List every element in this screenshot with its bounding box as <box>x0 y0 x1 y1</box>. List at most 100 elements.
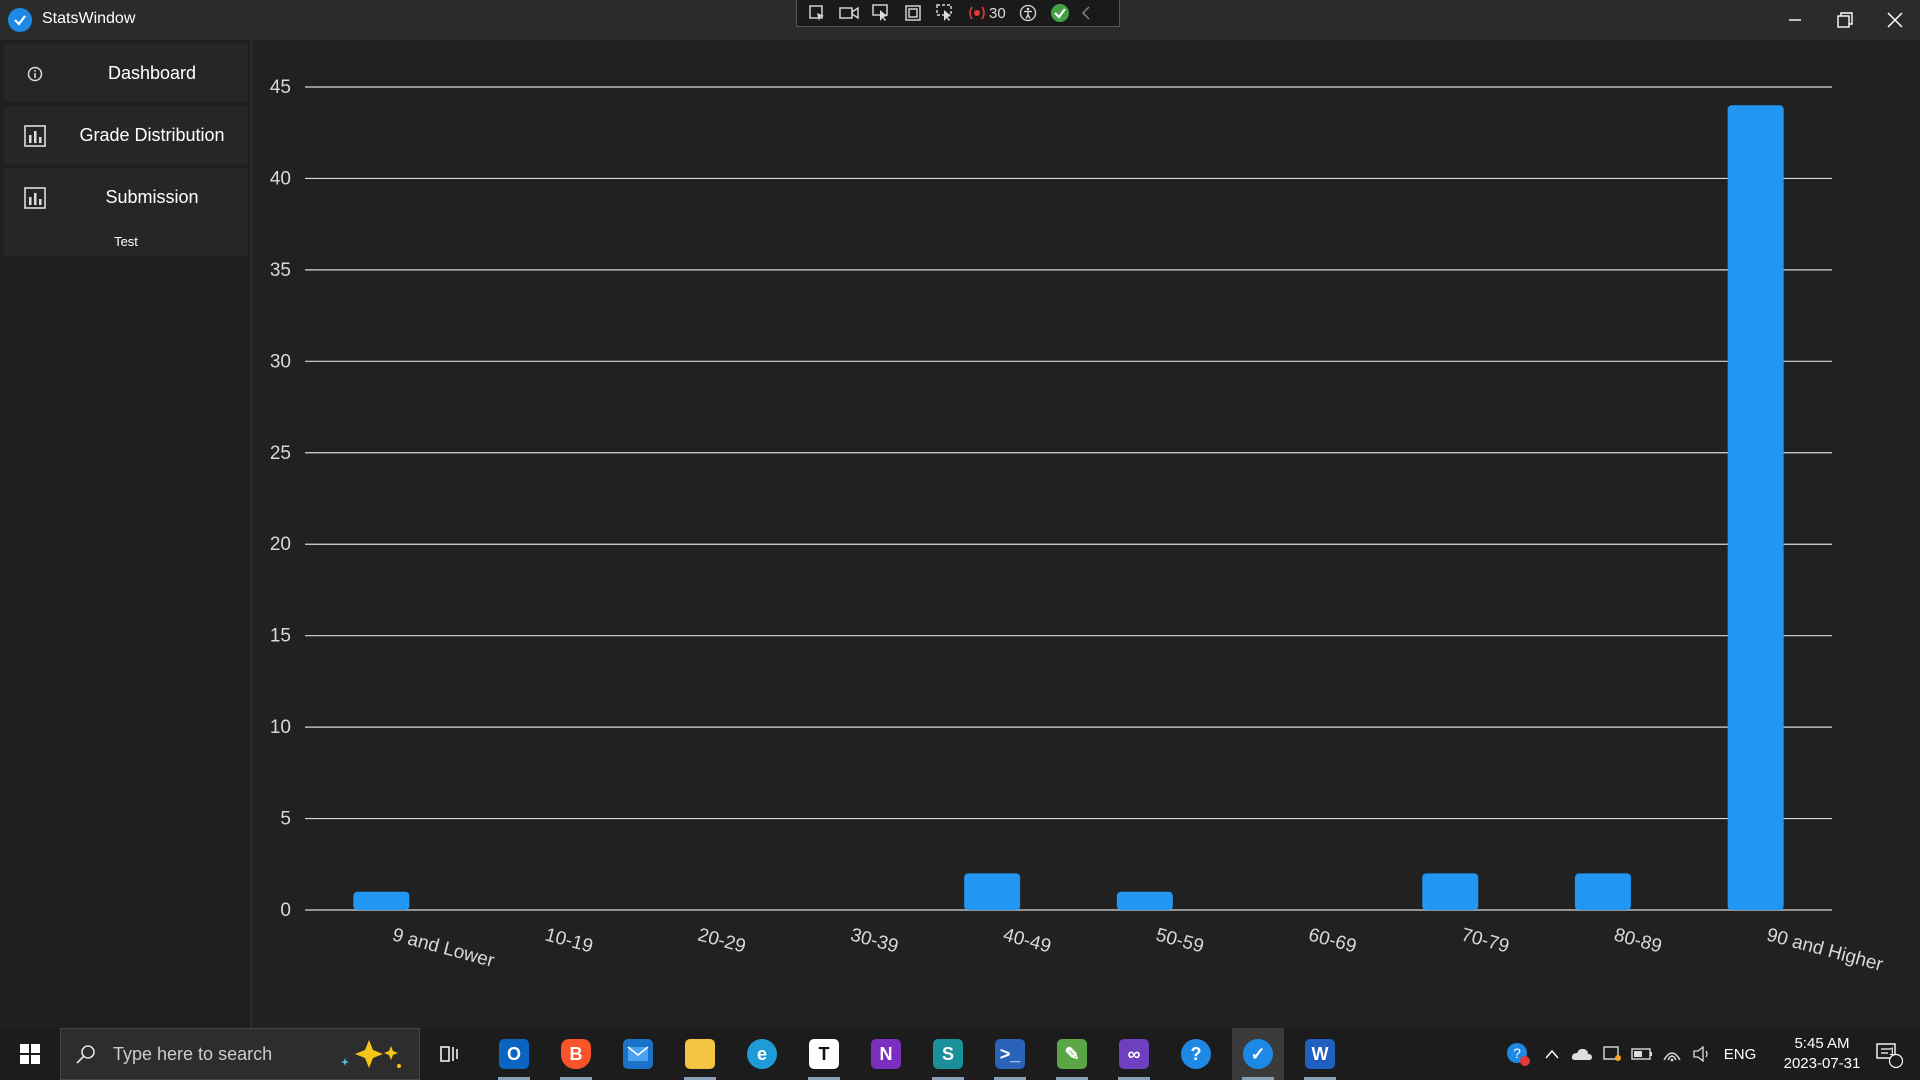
statswindow-app[interactable]: ✓ <box>1232 1028 1284 1080</box>
onedrive-icon[interactable] <box>1568 1028 1596 1080</box>
display-icon[interactable] <box>1598 1028 1626 1080</box>
y-tick-label: 30 <box>270 351 291 372</box>
y-tick-label: 20 <box>270 534 291 555</box>
collapse-toolbar-icon[interactable] <box>1078 2 1094 24</box>
y-tick-label: 45 <box>270 77 291 98</box>
sketch-app[interactable]: S <box>922 1028 974 1080</box>
app-check-icon: ✓ <box>1243 1039 1273 1069</box>
word-app[interactable]: W <box>1294 1028 1346 1080</box>
bar <box>1727 105 1784 911</box>
y-tick-label: 5 <box>280 809 291 830</box>
minimize-button[interactable] <box>1770 0 1820 40</box>
hot-reload-status-icon[interactable] <box>1046 2 1074 24</box>
taskbar-search[interactable]: Type here to search <box>60 1028 420 1080</box>
x-tick-label: 20-29 <box>695 925 747 958</box>
select-element-icon[interactable] <box>803 2 831 24</box>
start-button[interactable] <box>4 1028 56 1080</box>
typora-app[interactable]: T <box>798 1028 850 1080</box>
brave-icon: B <box>561 1039 591 1069</box>
app-check-icon <box>8 8 32 32</box>
bar <box>1574 873 1631 910</box>
task-view-button[interactable] <box>424 1028 476 1080</box>
bar <box>964 873 1021 910</box>
x-tick-label: 9 and Lower <box>390 925 497 973</box>
bar <box>1422 873 1479 910</box>
language-indicator[interactable]: ENG <box>1720 1028 1760 1080</box>
y-tick-label: 40 <box>270 168 291 189</box>
sparkle-icon <box>341 1040 401 1068</box>
title-bar: StatsWindow 30 <box>0 0 1920 40</box>
pointer-select-icon[interactable] <box>867 2 895 24</box>
binding-failures-count: 30 <box>989 4 1006 22</box>
x-tick-label: 60-69 <box>1306 925 1358 958</box>
y-tick-label: 0 <box>280 900 291 921</box>
typora-icon: T <box>809 1039 839 1069</box>
chevron-up-icon[interactable] <box>1540 1028 1564 1080</box>
visual-studio-app[interactable]: ∞ <box>1108 1028 1160 1080</box>
sidebar-item-dashboard[interactable]: Dashboard <box>4 44 248 102</box>
sidebar-item-submission[interactable]: Submission <box>4 168 248 226</box>
y-tick-label: 15 <box>270 626 291 647</box>
sketch-icon: S <box>933 1039 963 1069</box>
folder-icon <box>685 1039 715 1069</box>
sidebar-item-label: Grade Distribution <box>79 124 225 145</box>
debug-toolbar: 30 <box>796 0 1120 27</box>
onenote-app[interactable]: N <box>860 1028 912 1080</box>
volume-icon[interactable] <box>1688 1028 1716 1080</box>
wifi-icon[interactable] <box>1658 1028 1686 1080</box>
help-icon: ? <box>1181 1039 1211 1069</box>
word-icon: W <box>1305 1039 1335 1069</box>
outlook-icon: O <box>499 1039 529 1069</box>
sidebar-item-grade-distribution[interactable]: Grade Distribution <box>4 106 248 164</box>
y-tick-label: 10 <box>270 717 291 738</box>
close-button[interactable] <box>1870 0 1920 40</box>
x-tick-label: 50-59 <box>1154 925 1206 958</box>
powershell-app[interactable]: >_ <box>984 1028 1036 1080</box>
sidebar-item-label: Submission <box>105 186 199 207</box>
notepad-app[interactable]: ✎ <box>1046 1028 1098 1080</box>
info-icon <box>22 61 48 87</box>
y-tick-label: 35 <box>270 260 291 281</box>
mail-icon <box>623 1039 653 1069</box>
clock-time: 5:45 AM <box>1794 1035 1850 1052</box>
window-title: StatsWindow <box>42 10 136 27</box>
x-tick-label: 90 and Higher <box>1764 925 1885 976</box>
notifications-button[interactable]: 1 <box>1866 1028 1912 1080</box>
edge-app[interactable]: e <box>736 1028 788 1080</box>
search-placeholder: Type here to search <box>113 1043 273 1064</box>
restore-button[interactable] <box>1820 0 1870 40</box>
clock[interactable]: 5:45 AM 2023-07-31 <box>1762 1034 1882 1074</box>
mail-app[interactable] <box>612 1028 664 1080</box>
sidebar: Dashboard Grade Distribution Submission … <box>0 40 252 1028</box>
x-tick-label: 80-89 <box>1612 925 1664 958</box>
bar <box>1116 891 1173 910</box>
record-icon[interactable] <box>835 2 863 24</box>
track-focus-icon[interactable] <box>931 2 959 24</box>
sidebar-subitem-test[interactable]: Test <box>4 226 248 256</box>
search-icon <box>76 1045 95 1064</box>
y-tick-label: 25 <box>270 443 291 464</box>
notification-count: 1 <box>1889 1046 1896 1058</box>
brave-app[interactable]: B <box>550 1028 602 1080</box>
bar <box>353 891 410 910</box>
clock-date: 2023-07-31 <box>1783 1055 1861 1072</box>
powershell-icon: >_ <box>995 1039 1025 1069</box>
notepad-icon: ✎ <box>1057 1039 1087 1069</box>
help-tray-icon[interactable]: ? <box>1502 1028 1534 1080</box>
svg-text:?: ? <box>1513 1045 1521 1061</box>
grade-distribution-chart: 0 5 10 15 20 25 30 35 40 45 9 and Lower 10-19 20-29 3… <box>270 77 1886 976</box>
outlook-app[interactable]: O <box>488 1028 540 1080</box>
edge-icon: e <box>747 1039 777 1069</box>
sidebar-item-label: Dashboard <box>107 62 197 83</box>
visual-studio-icon: ∞ <box>1119 1039 1149 1069</box>
layout-adorner-icon[interactable] <box>899 2 927 24</box>
help-app[interactable]: ? <box>1170 1028 1222 1080</box>
binding-failures-counter[interactable]: 30 <box>963 5 1010 22</box>
accessibility-icon[interactable] <box>1014 2 1042 24</box>
x-tick-label: 70-79 <box>1459 925 1511 958</box>
x-tick-label: 10-19 <box>543 925 595 958</box>
onenote-icon: N <box>871 1039 901 1069</box>
file-explorer-app[interactable] <box>674 1028 726 1080</box>
bar-chart-icon <box>22 185 48 211</box>
battery-icon[interactable] <box>1628 1028 1656 1080</box>
